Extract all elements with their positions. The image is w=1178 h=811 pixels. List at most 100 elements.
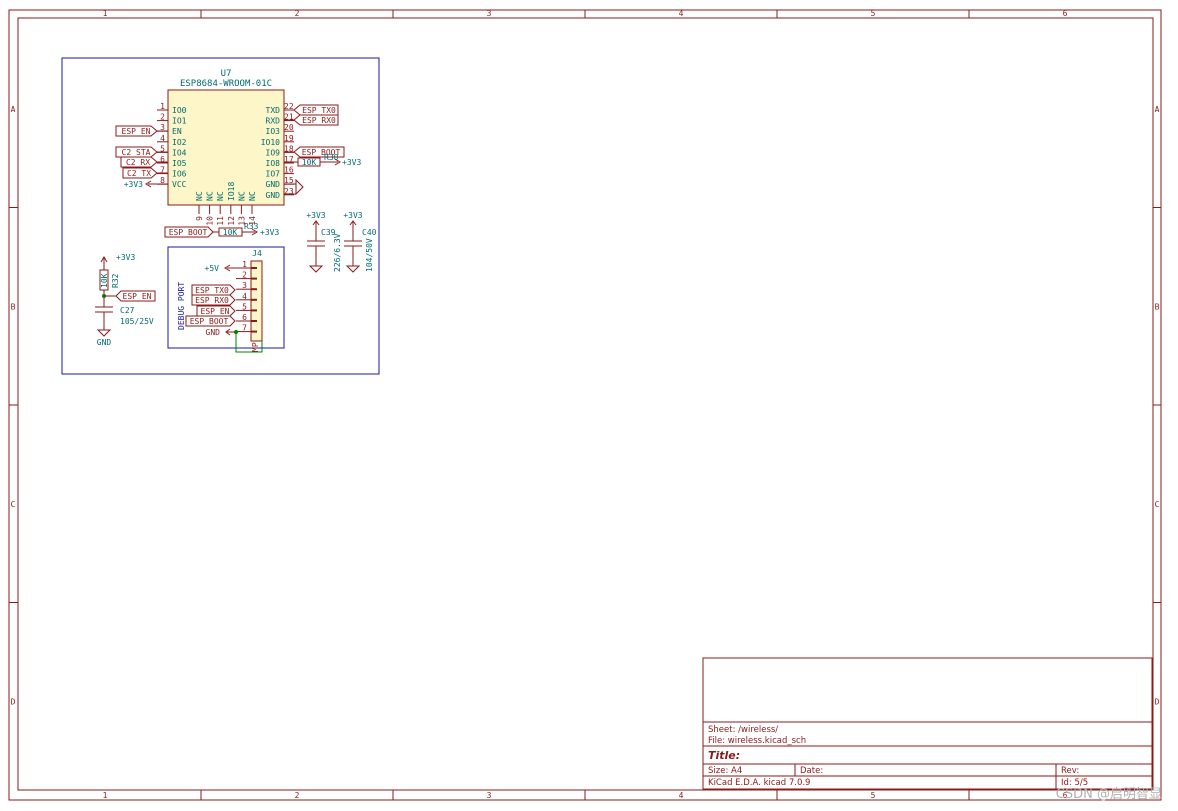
mcu-pin-name: RXD bbox=[266, 117, 281, 126]
col-label-bottom: 1 bbox=[103, 791, 108, 800]
col-label-top: 6 bbox=[1063, 9, 1068, 18]
svg-text:R30: R30 bbox=[324, 153, 339, 162]
col-label-top: 2 bbox=[295, 9, 300, 18]
col-label-bottom: 4 bbox=[679, 791, 684, 800]
row-label-right: A bbox=[1155, 105, 1160, 114]
j4-pin-number: 3 bbox=[242, 281, 247, 290]
mcu-value: ESP8684-WROOM-01C bbox=[180, 79, 272, 89]
tb-file: File: wireless.kicad_sch bbox=[708, 736, 806, 746]
row-label-left: B bbox=[11, 302, 16, 311]
svg-text:C40: C40 bbox=[362, 228, 377, 237]
schematic-canvas: 112233445566A AB BC CD D U7 ESP8684-WROOM-01… bbox=[8, 9, 1162, 802]
mcu-pin-name: IO18 bbox=[227, 182, 236, 201]
mcu-pin-name: IO8 bbox=[266, 159, 281, 168]
mcu-pin-number: 16 bbox=[284, 166, 294, 175]
svg-text:+3V3: +3V3 bbox=[116, 253, 135, 262]
svg-text:C2_RX: C2_RX bbox=[126, 158, 150, 167]
label-esp-en-j4[interactable]: ESP_EN bbox=[196, 305, 236, 317]
row-label-left: C bbox=[11, 500, 16, 509]
mcu-pin-number: 19 bbox=[284, 134, 294, 143]
mcu-pin-number: 17 bbox=[284, 155, 294, 164]
col-label-bottom: 2 bbox=[295, 791, 300, 800]
col-label-top: 5 bbox=[871, 9, 876, 18]
j4-pin-number: 7 bbox=[242, 324, 247, 333]
col-label-top: 4 bbox=[679, 9, 684, 18]
label-esp-boot-j4[interactable]: ESP_BOOT bbox=[185, 315, 236, 327]
mcu-pin-name: NC bbox=[237, 191, 246, 201]
col-label-bottom: 5 bbox=[871, 791, 876, 800]
svg-text:ESP_TX0: ESP_TX0 bbox=[302, 106, 336, 115]
j4-pin-contact bbox=[251, 288, 257, 291]
svg-text:+3V3: +3V3 bbox=[124, 180, 143, 189]
mcu-pin-name: IO2 bbox=[172, 138, 187, 147]
svg-text:C2_STA: C2_STA bbox=[122, 148, 151, 157]
mcu-pin-name: IO0 bbox=[172, 106, 187, 115]
svg-text:ESP_EN: ESP_EN bbox=[201, 307, 230, 316]
mcu-pin-name: IO6 bbox=[172, 170, 187, 179]
title-block: Sheet: /wireless/ File: wireless.kicad_s… bbox=[702, 657, 1153, 790]
mcu-pin-name: TXD bbox=[266, 106, 281, 115]
mcu-pin-name: EN bbox=[172, 127, 182, 136]
label-esp-tx0-j4[interactable]: ESP_TX0 bbox=[191, 284, 236, 296]
tb-date: Date: bbox=[800, 766, 823, 776]
label-esp-rx0-j4[interactable]: ESP_RX0 bbox=[191, 294, 236, 306]
tb-size: Size: A4 bbox=[708, 766, 742, 776]
tb-rev: Rev: bbox=[1061, 766, 1079, 776]
j4-pin-number: 4 bbox=[242, 292, 247, 301]
debug-port-title: DEBUG PORT bbox=[177, 282, 186, 330]
tb-tool: KiCad E.D.A. kicad 7.0.9 bbox=[708, 778, 810, 788]
j4-pin-contact bbox=[251, 320, 257, 322]
mcu-pin-name: NC bbox=[248, 191, 257, 201]
row-label-right: D bbox=[1155, 697, 1160, 706]
capacitor-c39[interactable]: +3V3 C39 226/6.3V bbox=[306, 211, 342, 273]
mcu-pin-number: 20 bbox=[284, 123, 294, 132]
svg-text:ESP_EN: ESP_EN bbox=[122, 127, 151, 136]
svg-text:R33: R33 bbox=[244, 222, 259, 231]
tb-title: Title: bbox=[708, 749, 740, 762]
svg-text:+5V: +5V bbox=[205, 264, 220, 273]
svg-text:ESP_RX0: ESP_RX0 bbox=[302, 116, 336, 125]
mcu-pin-number: 9 bbox=[195, 216, 204, 221]
svg-text:GND: GND bbox=[97, 338, 112, 347]
capacitor-c40[interactable]: +3V3 C40 104/50V bbox=[343, 211, 377, 273]
capacitor-c27[interactable]: C27 105/25V GND bbox=[95, 306, 154, 347]
j4-pin-contact bbox=[251, 298, 257, 301]
mcu-pin-number: 10 bbox=[206, 216, 215, 226]
mcu-pin-name: GND bbox=[266, 180, 281, 189]
row-label-left: A bbox=[11, 105, 16, 114]
col-label-bottom: 3 bbox=[487, 791, 492, 800]
j4-ref: J4 bbox=[252, 249, 262, 258]
mcu-pin-name: IO5 bbox=[172, 159, 187, 168]
svg-text:+3V3: +3V3 bbox=[343, 211, 362, 220]
row-label-right: B bbox=[1155, 302, 1160, 311]
j4-pin-contact bbox=[251, 277, 257, 280]
label-esp-boot-r33[interactable]: ESP_BOOT bbox=[164, 226, 214, 238]
mcu-pin-name: IO9 bbox=[266, 148, 281, 157]
mcu-pin-number: 1 bbox=[160, 102, 165, 111]
label-esp-en-r32[interactable]: ESP_EN bbox=[115, 290, 156, 302]
svg-text:10K: 10K bbox=[223, 228, 238, 237]
mcu-pin-name: GND bbox=[266, 191, 281, 200]
mcu-pin-number: 11 bbox=[216, 216, 225, 226]
mcu-ref: U7 bbox=[221, 69, 232, 79]
j4-connector-body[interactable] bbox=[250, 260, 263, 342]
j4-pin-number: 5 bbox=[242, 302, 247, 311]
mcu-pin-name: IO3 bbox=[266, 127, 281, 136]
row-label-right: C bbox=[1155, 500, 1160, 509]
col-label-top: 3 bbox=[487, 9, 492, 18]
svg-text:ESP_BOOT: ESP_BOOT bbox=[190, 317, 229, 326]
mcu-pin-name: IO1 bbox=[172, 117, 187, 126]
mcu-pin-number: 4 bbox=[160, 134, 165, 143]
svg-text:ESP_BOOT: ESP_BOOT bbox=[169, 228, 208, 237]
j4-mp-pin: MP bbox=[251, 342, 260, 352]
j4-pin-number: 2 bbox=[242, 271, 247, 280]
j4-pin-number: 6 bbox=[242, 313, 247, 322]
j4-pin-number: 1 bbox=[242, 260, 247, 269]
svg-text:10K: 10K bbox=[100, 273, 109, 288]
svg-text:C2_TX: C2_TX bbox=[127, 169, 151, 178]
mcu-pin-number: 12 bbox=[227, 216, 236, 226]
svg-text:105/25V: 105/25V bbox=[120, 317, 154, 326]
mcu-pin-number: 6 bbox=[160, 155, 165, 164]
col-label-top: 1 bbox=[103, 9, 108, 18]
j4-pin1-5v[interactable]: +5V bbox=[205, 264, 236, 273]
